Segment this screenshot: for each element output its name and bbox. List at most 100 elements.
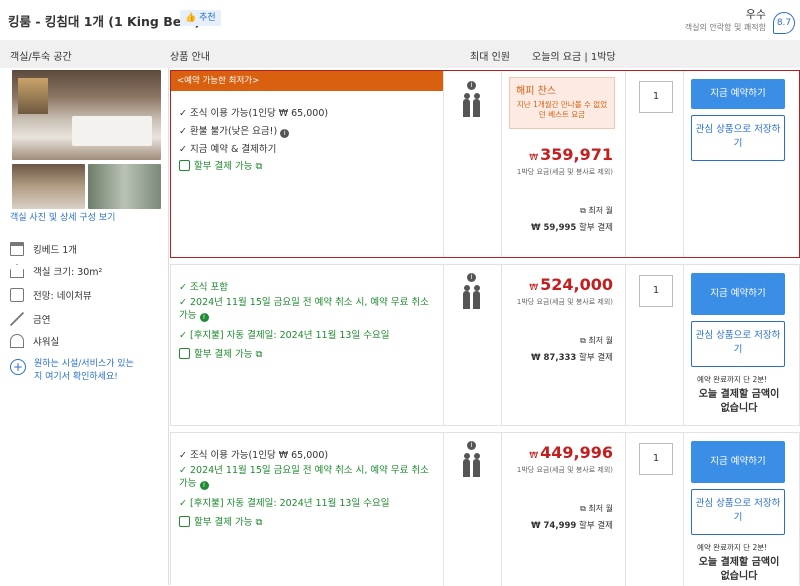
external-link-icon[interactable]: ⧉: [256, 517, 263, 528]
recommend-label: 추천: [199, 13, 216, 23]
price: ₩449,996: [529, 443, 613, 462]
info-icon[interactable]: i: [280, 129, 290, 138]
offer-card: ✓ 조식 이용 가능(1인당 ₩ 65,000) ✓ 2024년 11월 15일…: [170, 432, 800, 586]
quantity-select[interactable]: 1: [639, 443, 673, 475]
bed-icon: [10, 242, 24, 256]
min-monthly-label: ⧉ 최저 월: [580, 205, 613, 216]
room-photo-thumb-2[interactable]: [88, 164, 161, 209]
divider: [683, 71, 684, 257]
amenity-view: 전망: 네이처뷰: [10, 288, 92, 302]
col-offer: 상품 안내: [170, 52, 210, 63]
feature-item: ✓ 지금 예약 & 결제하기: [179, 144, 277, 155]
divider: [501, 433, 502, 586]
price-value: 449,996: [540, 443, 613, 462]
amenity-nonsmoking-label: 금연: [33, 315, 51, 326]
col-today-rate: 오늘의 요금 | 1박당: [532, 52, 616, 63]
window-view: [18, 78, 48, 114]
info-icon[interactable]: i: [199, 481, 209, 490]
amenity-size: 객실 크기: 30m²: [10, 264, 102, 278]
booking-timer: 예약 완료까지 단 2분!: [697, 375, 768, 384]
monthly-suffix: 할부 결제: [579, 521, 613, 531]
monthly-installment: ₩ 74,999 할부 결제: [531, 519, 613, 531]
divider: [625, 71, 626, 257]
feature-item: ✓ 조식 이용 가능(1인당 ₩ 65,000): [179, 108, 329, 119]
two-guests-icon: [462, 453, 482, 479]
amenity-bed-label: 킹베드 1개: [33, 245, 78, 256]
feature-item: ✓ 환불 불가(낮은 요금!) i: [179, 123, 290, 138]
feature-text: 조식 포함: [189, 282, 228, 293]
external-link-icon[interactable]: ⧉: [256, 161, 263, 172]
divider: [625, 433, 626, 586]
shower-icon: [10, 334, 24, 348]
recommend-badge[interactable]: 👍 추천: [180, 10, 221, 26]
info-icon[interactable]: i: [199, 313, 209, 322]
thumbs-up-icon: 👍: [185, 13, 200, 23]
feature-text: 2024년 11월 15일 금요일 전 예약 취소 시, 예약 무료 취소 가능: [179, 297, 429, 321]
quantity-select[interactable]: 1: [639, 81, 673, 113]
panel-divider: [168, 68, 169, 585]
column-header: 객실/투숙 공간 상품 안내 최대 인원 오늘의 요금 | 1박당: [0, 40, 800, 68]
book-now-button[interactable]: 지금 예약하기: [691, 79, 785, 109]
no-payment-today: 오늘 결제할 금액이 없습니다: [698, 557, 780, 582]
min-monthly-label: ⧉ 최저 월: [580, 335, 613, 346]
col-max-guests: 최대 인원: [470, 52, 510, 63]
divider: [443, 433, 444, 586]
rating-word: 우수: [745, 8, 766, 21]
monthly-suffix: 할부 결제: [579, 353, 613, 363]
room-photo-thumb-1[interactable]: [12, 164, 85, 209]
price-note: 1박당 요금(세금 및 봉사료 제외): [516, 466, 613, 474]
price: ₩524,000: [529, 275, 613, 294]
amenity-shower-label: 샤워실: [33, 337, 60, 348]
save-to-wishlist-button[interactable]: 관심 상품으로 저장하기: [691, 489, 785, 535]
lowest-price-banner: <예약 가능한 최저가>: [171, 71, 443, 91]
installment-text: 할부 결제 가능: [194, 349, 253, 360]
feature-text: 2024년 11월 15일 금요일 전 예약 취소 시, 예약 무료 취소 가능: [179, 465, 429, 489]
external-link-icon[interactable]: ⧉: [256, 349, 263, 360]
book-now-button[interactable]: 지금 예약하기: [691, 273, 785, 315]
feature-text: 환불 불가(낮은 요금!): [189, 126, 278, 137]
facility-inquiry-line-2: 지 여기서 확인하세요!: [34, 372, 118, 382]
amenity-view-label: 전망: 네이처뷰: [33, 291, 92, 302]
divider: [443, 71, 444, 257]
facility-inquiry-line-1: 원하는 시설/서비스가 있는: [34, 359, 134, 369]
no-smoking-icon: [10, 312, 24, 326]
price-value: 359,971: [540, 145, 613, 164]
happy-chance-box: 해피 찬스 지난 1개월간 만나볼 수 없었던 베스트 요금: [509, 77, 615, 129]
quantity-select[interactable]: 1: [639, 275, 673, 307]
installment-item: 할부 결제 가능 ⧉: [179, 158, 262, 172]
price-note: 1박당 요금(세금 및 봉사료 제외): [516, 168, 613, 176]
room-photos-link[interactable]: 객실 사진 및 상세 구성 보기: [10, 210, 115, 223]
save-to-wishlist-button[interactable]: 관심 상품으로 저장하기: [691, 115, 785, 161]
monthly-amount: ₩ 59,995: [531, 223, 577, 233]
installment-item: 할부 결제 가능 ⧉: [179, 514, 262, 528]
price-value: 524,000: [540, 275, 613, 294]
no-payment-today: 오늘 결제할 금액이 없습니다: [698, 389, 780, 414]
two-guests-icon: [462, 93, 482, 119]
view-icon: [10, 288, 24, 302]
info-icon[interactable]: i: [467, 81, 476, 90]
feature-text: 지금 예약 & 결제하기: [189, 144, 277, 155]
info-icon[interactable]: i: [467, 441, 476, 450]
room-photo-main[interactable]: [12, 70, 161, 160]
info-icon[interactable]: i: [467, 273, 476, 282]
plus-circle-icon[interactable]: +: [10, 359, 26, 375]
installment-text: 할부 결제 가능: [194, 517, 253, 528]
min-monthly-label: ⧉ 최저 월: [580, 503, 613, 514]
book-now-button[interactable]: 지금 예약하기: [691, 441, 785, 483]
save-to-wishlist-button[interactable]: 관심 상품으로 저장하기: [691, 321, 785, 367]
feature-item: ✓ [후지불] 자동 결제일: 2024년 11월 13일 수요일: [179, 498, 390, 509]
amenity-shower: 샤워실: [10, 334, 59, 348]
installment-icon: [179, 160, 190, 171]
amenity-size-label: 객실 크기: 30m²: [33, 267, 103, 278]
divider: [501, 71, 502, 257]
room-title: 킹룸 - 킹침대 1개 (1 King Bed ): [8, 14, 201, 29]
divider: [683, 433, 684, 586]
feature-item: ✓ 2024년 11월 15일 금요일 전 예약 취소 시, 예약 무료 취소 …: [179, 465, 429, 490]
two-guests-icon: [462, 285, 482, 311]
monthly-amount: ₩ 74,999: [531, 521, 577, 531]
offer-card: ✓ 조식 포함 ✓ 2024년 11월 15일 금요일 전 예약 취소 시, 예…: [170, 264, 800, 426]
facility-inquiry-link[interactable]: 원하는 시설/서비스가 있는 지 여기서 확인하세요!: [34, 358, 134, 384]
price-note: 1박당 요금(세금 및 봉사료 제외): [516, 298, 613, 306]
rating-score[interactable]: 8.7: [773, 12, 795, 34]
happy-chance-title: 해피 찬스: [516, 86, 556, 97]
